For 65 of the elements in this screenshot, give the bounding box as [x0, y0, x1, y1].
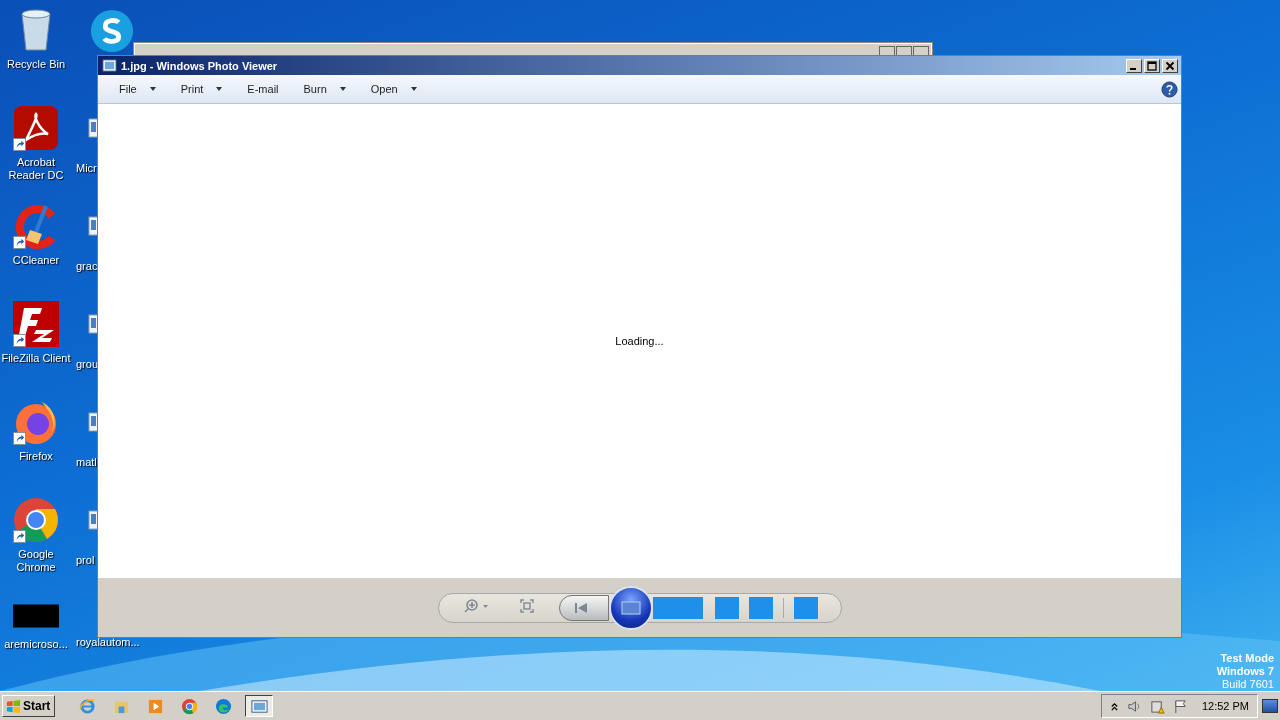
- desktop-icon-label[interactable]: Firefox: [0, 450, 72, 463]
- zoom-icon: [462, 598, 491, 614]
- start-button[interactable]: Start: [2, 695, 56, 717]
- menu-button[interactable]: File: [112, 83, 166, 95]
- taskbar-button[interactable]: [245, 695, 274, 717]
- thumbnail-icon[interactable]: [13, 604, 59, 628]
- photo-viewer-icon: [102, 58, 117, 73]
- caret-icon: [216, 87, 223, 91]
- tile-icon[interactable]: [748, 596, 773, 619]
- network-warning-icon[interactable]: [1149, 698, 1165, 714]
- desktop-icon-label[interactable]: royalautom...: [76, 636, 140, 649]
- caret-icon: [410, 87, 417, 91]
- show-desktop-button[interactable]: [1262, 699, 1278, 713]
- menu-button[interactable]: Open: [363, 83, 427, 95]
- help-icon[interactable]: [1161, 80, 1178, 98]
- loading-text: Loading...: [615, 335, 664, 347]
- desktop-icon-label[interactable]: CCleaner: [0, 254, 72, 267]
- previous-icon: [573, 601, 588, 614]
- fit-icon: [518, 598, 535, 614]
- shortcut-arrow-icon: [13, 138, 26, 151]
- menu-button[interactable]: Burn: [296, 83, 356, 95]
- filezilla-icon[interactable]: [12, 300, 60, 348]
- tile-icon[interactable]: [714, 596, 739, 619]
- windows-logo-icon: [6, 698, 21, 714]
- desktop-icon-label[interactable]: Google Chrome: [0, 548, 72, 574]
- desktop-icon-label[interactable]: Micr: [76, 162, 97, 175]
- slideshow-icon: [620, 600, 641, 615]
- desktop-icon-label[interactable]: Acrobat Reader DC: [0, 156, 72, 182]
- window-title: 1.jpg - Windows Photo Viewer: [121, 59, 278, 72]
- desktop-icon-label[interactable]: FileZilla Client: [0, 352, 72, 365]
- skype-icon[interactable]: [89, 8, 135, 54]
- system-watermark-text: Windows 7: [1216, 665, 1274, 678]
- photo-viewer-icon: [250, 697, 268, 715]
- maximize-icon: [1147, 60, 1157, 71]
- clock-text[interactable]: 12:52 PM: [1201, 700, 1249, 712]
- chrome-icon[interactable]: [12, 496, 60, 544]
- desktop-icon-label[interactable]: grou: [76, 358, 99, 371]
- internet-explorer-icon: [78, 697, 96, 715]
- minimize-icon: [1129, 67, 1136, 70]
- desktop-icon-label[interactable]: aremicroso...: [0, 638, 72, 651]
- shortcut-arrow-icon: [13, 530, 26, 543]
- tile-icon[interactable]: [793, 596, 818, 619]
- tile-icon[interactable]: [652, 596, 703, 619]
- shortcut-arrow-icon: [13, 334, 26, 347]
- media-player-icon: [146, 697, 164, 715]
- desktop-icon-label[interactable]: matl: [76, 456, 97, 469]
- previous-button[interactable]: [558, 594, 609, 621]
- caret-icon: [149, 87, 156, 91]
- menu-button[interactable]: E-mail: [240, 83, 289, 95]
- desktop-icon-label[interactable]: grac: [76, 260, 98, 273]
- shortcut-arrow-icon: [13, 236, 26, 249]
- caret-icon: [339, 87, 346, 91]
- speaker-icon[interactable]: [1126, 698, 1142, 714]
- menu-button[interactable]: Print: [173, 83, 233, 95]
- flag-icon[interactable]: [1172, 698, 1188, 714]
- slideshow-button[interactable]: [608, 585, 653, 630]
- system-watermark-text: Test Mode: [1220, 652, 1274, 665]
- shortcut-arrow-icon: [13, 432, 26, 445]
- edge-icon: [214, 697, 232, 715]
- desktop-icon-label[interactable]: Recycle Bin: [0, 58, 72, 71]
- system-watermark-text: Build 7601: [1222, 678, 1274, 691]
- close-icon: [1165, 60, 1175, 71]
- desktop-icon-label[interactable]: prol: [76, 554, 95, 567]
- chrome-icon: [180, 697, 198, 715]
- acrobat-icon[interactable]: [12, 104, 60, 152]
